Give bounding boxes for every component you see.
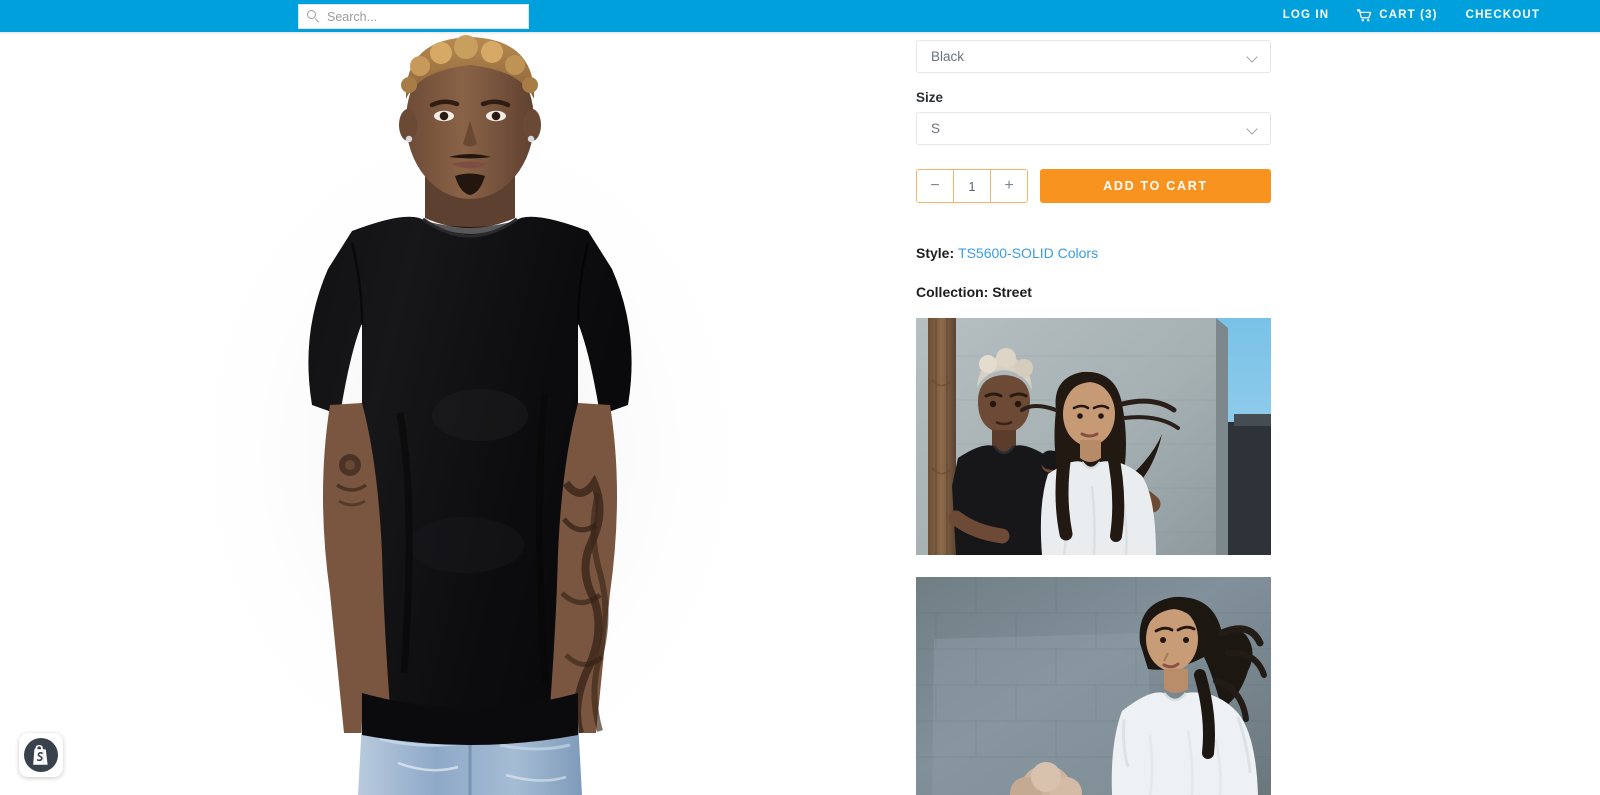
header-nav: LOG IN CART (3) CHECKOUT	[1283, 0, 1540, 32]
shopify-bag-icon	[24, 738, 58, 772]
product-details-panel: Black Size S − + ADD TO CART Style: TS56…	[890, 33, 1600, 795]
search-input[interactable]	[327, 9, 520, 24]
checkout-label: CHECKOUT	[1465, 9, 1540, 22]
add-to-cart-button[interactable]: ADD TO CART	[1040, 169, 1271, 203]
collection-line: Collection: Street	[916, 284, 1032, 300]
cart-icon	[1357, 8, 1372, 22]
collection-image-1[interactable]	[916, 318, 1271, 555]
purchase-row: − + ADD TO CART	[916, 169, 1271, 203]
search-icon	[307, 10, 320, 23]
quantity-stepper[interactable]: − +	[916, 169, 1028, 203]
cart-label: CART (3)	[1379, 9, 1438, 22]
log-in-label: LOG IN	[1282, 9, 1330, 22]
shopify-badge[interactable]	[19, 733, 63, 777]
color-select[interactable]: Black	[916, 40, 1271, 73]
site-header: LOG IN CART (3) CHECKOUT	[0, 0, 1600, 32]
chevron-down-icon	[1247, 51, 1258, 62]
size-select[interactable]: S	[916, 112, 1271, 145]
size-label: Size	[916, 90, 944, 105]
style-line: Style: TS5600-SOLID Colors	[916, 246, 1098, 260]
quantity-input[interactable]	[954, 170, 990, 202]
size-select-value: S	[931, 120, 941, 136]
log-in-link[interactable]: LOG IN	[1283, 10, 1330, 22]
collection-image-2[interactable]	[916, 577, 1271, 795]
header-shadow	[0, 32, 1600, 35]
cart-link[interactable]: CART (3)	[1357, 8, 1438, 23]
product-image-viewer[interactable]	[0, 33, 890, 795]
style-prefix: Style:	[916, 245, 955, 261]
quantity-decrease-button[interactable]: −	[917, 170, 953, 202]
search-box[interactable]	[298, 4, 529, 29]
style-link[interactable]: TS5600-SOLID Colors	[958, 245, 1098, 261]
color-select-value: Black	[931, 48, 965, 64]
product-main-image[interactable]	[0, 33, 890, 795]
chevron-down-icon	[1247, 123, 1258, 134]
quantity-increase-button[interactable]: +	[991, 170, 1027, 202]
checkout-link[interactable]: CHECKOUT	[1466, 10, 1540, 22]
